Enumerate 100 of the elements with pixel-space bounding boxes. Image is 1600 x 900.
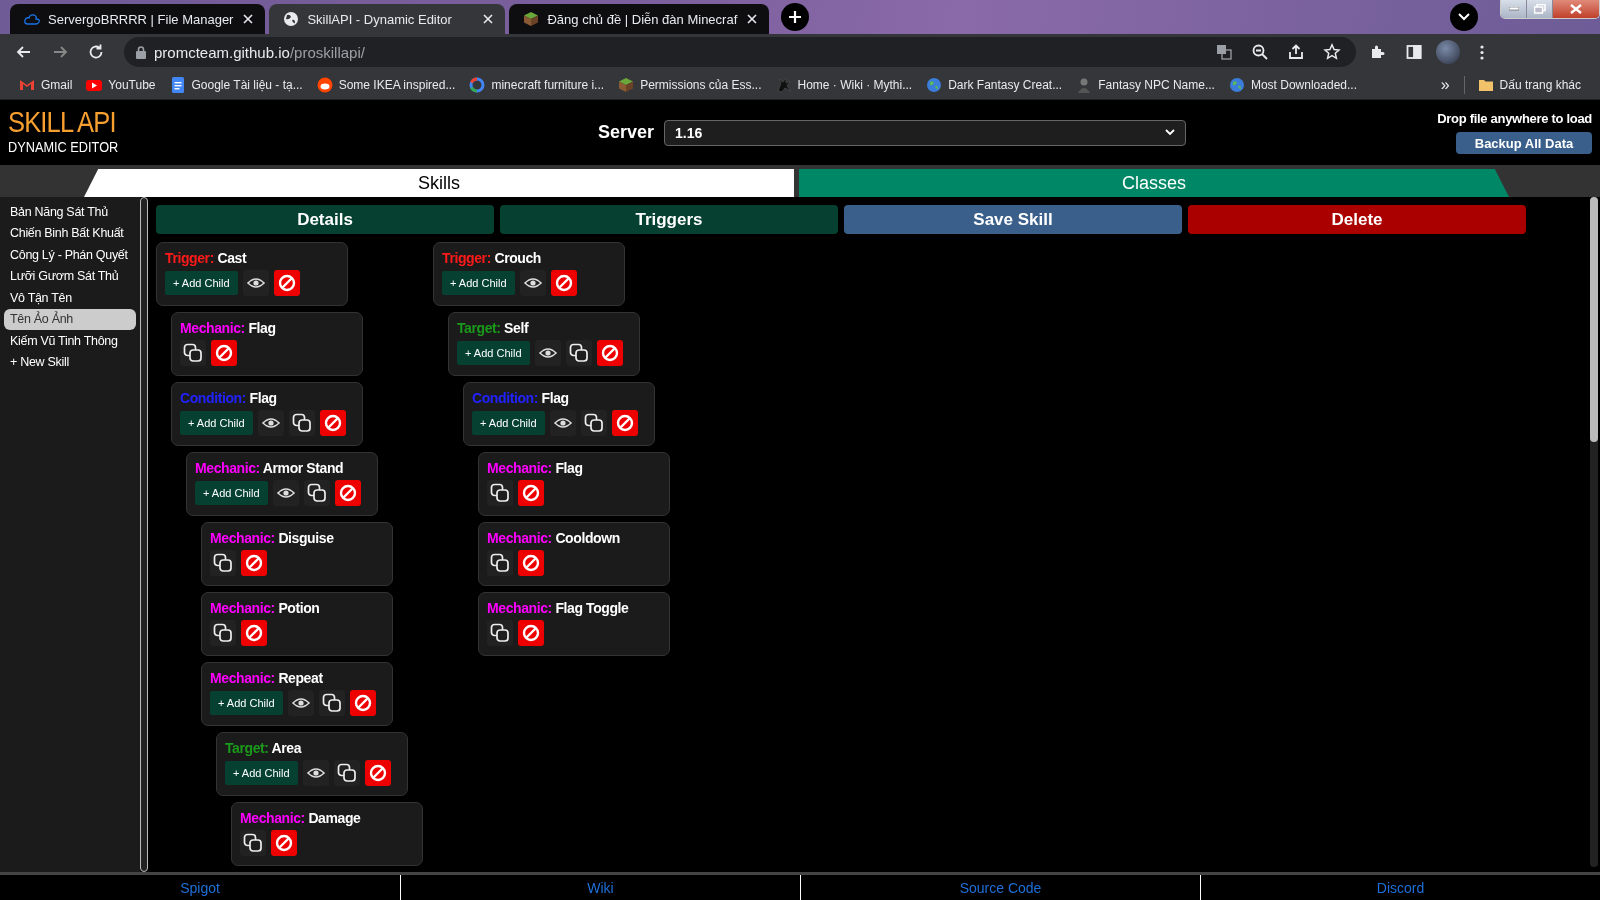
skill-item[interactable]: Kiếm Vũ Tinh Thông [4, 330, 136, 352]
add-child-button[interactable]: + Add Child [442, 271, 515, 295]
copy-button[interactable] [333, 760, 360, 786]
copy-button[interactable] [565, 340, 592, 366]
minimize-button[interactable] [1501, 0, 1527, 18]
delete-button[interactable] [611, 410, 638, 436]
footer-link[interactable]: Discord [1376, 879, 1425, 896]
ring-icon [469, 77, 485, 92]
tab-search-button[interactable] [1450, 3, 1478, 31]
delete-button[interactable] [319, 410, 346, 436]
skill-item[interactable]: Vô Tận Tên [4, 287, 136, 309]
globe-icon [1229, 77, 1244, 92]
skill-item[interactable]: Bản Năng Sát Thủ [4, 201, 136, 223]
close-button[interactable] [1553, 0, 1599, 18]
skill-item[interactable]: Tên Ảo Ảnh [4, 308, 136, 330]
skill-item[interactable]: Chiến Binh Bất Khuất [4, 222, 136, 244]
copy-icon [306, 483, 327, 503]
add-child-button[interactable]: + Add Child [195, 481, 268, 505]
add-child-button[interactable]: + Add Child [180, 411, 253, 435]
add-child-button[interactable]: + Add Child [210, 691, 283, 715]
delete-button[interactable] [364, 760, 391, 786]
bookmark[interactable]: Most Downloaded... [1221, 76, 1364, 93]
copy-button[interactable] [580, 410, 607, 436]
add-child-button[interactable]: + Add Child [165, 271, 238, 295]
action-button[interactable]: Details [156, 205, 494, 234]
delete-button[interactable] [273, 270, 300, 296]
footer-link[interactable]: Wiki [587, 879, 614, 896]
toggle-view-button[interactable] [519, 270, 546, 296]
main-tab[interactable]: Skills [84, 169, 794, 197]
toggle-view-button[interactable] [549, 410, 576, 436]
close-tab-button[interactable] [241, 14, 256, 24]
backup-button[interactable]: Backup All Data [1456, 132, 1592, 154]
add-child-button[interactable]: + Add Child [457, 341, 530, 365]
footer-link[interactable]: Spigot [180, 879, 220, 896]
skill-item[interactable]: Lưỡi Gươm Sát Thủ [4, 265, 136, 287]
new-tab-button[interactable] [781, 3, 810, 31]
node-title: Mechanic: Cooldown [487, 530, 621, 546]
scrollbar[interactable] [1590, 197, 1598, 867]
maximize-button[interactable] [1527, 0, 1553, 18]
close-tab-button[interactable] [745, 14, 760, 24]
bookmark-folder[interactable]: Dấu trang khác [1470, 76, 1588, 93]
scrollbar[interactable] [140, 197, 148, 872]
server-select[interactable]: 1.16 [664, 119, 1186, 146]
copy-button[interactable] [487, 550, 513, 576]
copy-button[interactable] [210, 620, 236, 646]
delete-icon [275, 834, 293, 852]
copy-button[interactable] [487, 620, 513, 646]
zoom-out-icon [1251, 43, 1269, 61]
browser-tab[interactable]: Đăng chủ đề | Diễn đàn Minecraf [509, 4, 770, 34]
footer-link[interactable]: Source Code [959, 879, 1042, 896]
share-icon [1287, 43, 1305, 61]
toggle-view-button[interactable] [302, 760, 329, 786]
bookmark[interactable]: Home · Wiki · Mythi... [768, 76, 920, 93]
copy-button[interactable] [487, 480, 513, 506]
toggle-view-button[interactable] [257, 410, 284, 436]
toggle-view-button[interactable] [272, 480, 299, 506]
bookmark[interactable]: YouTube [79, 76, 163, 93]
address-bar[interactable]: promcteam.github.io/proskillapi/ [124, 37, 1356, 67]
node-title: Condition: Flag [180, 390, 278, 406]
delete-button[interactable] [349, 690, 376, 716]
add-child-button[interactable]: + Add Child [472, 411, 545, 435]
action-button[interactable]: Save Skill [844, 205, 1182, 234]
delete-button[interactable] [550, 270, 577, 296]
skill-item[interactable]: Công Lý - Phán Quyết [4, 244, 136, 266]
delete-icon [245, 624, 263, 642]
bookmark[interactable]: Google Tài liệu - tạ... [162, 76, 310, 93]
browser-tab[interactable]: SkillAPI - Dynamic Editor [269, 4, 506, 34]
delete-icon [600, 344, 619, 362]
drop-hint: Drop file anywhere to load [1437, 111, 1592, 126]
main-tab[interactable]: Classes [799, 169, 1509, 197]
figure-icon [1078, 78, 1091, 93]
action-button[interactable]: Triggers [500, 205, 838, 234]
bookmark[interactable]: Permissions của Ess... [611, 76, 769, 93]
node-title: Condition: Flag [472, 390, 570, 406]
copy-button[interactable] [240, 830, 266, 856]
copy-button[interactable] [210, 550, 236, 576]
toggle-view-button[interactable] [287, 690, 314, 716]
copy-button[interactable] [303, 480, 330, 506]
copy-button[interactable] [288, 410, 315, 436]
extensions-icon [1369, 43, 1387, 61]
bookmark[interactable]: Gmail [12, 76, 80, 93]
close-icon [483, 14, 494, 24]
profile-avatar[interactable] [1436, 40, 1460, 64]
bookmark[interactable]: Fantasy NPC Name... [1069, 76, 1222, 93]
delete-button[interactable] [596, 340, 623, 366]
copy-button[interactable] [180, 340, 206, 366]
close-tab-button[interactable] [481, 14, 496, 24]
copy-button[interactable] [318, 690, 345, 716]
node-title: Trigger: Cast [165, 250, 248, 266]
add-child-button[interactable]: + Add Child [225, 761, 298, 785]
bookmark[interactable]: Some IKEA inspired... [309, 76, 463, 93]
more-bookmarks-button[interactable]: » [1432, 75, 1458, 94]
action-button[interactable]: Delete [1188, 205, 1526, 234]
bookmark[interactable]: minecraft furniture i... [462, 76, 612, 93]
toggle-view-button[interactable] [242, 270, 269, 296]
toggle-view-button[interactable] [534, 340, 561, 366]
bookmark[interactable]: Dark Fantasy Creat... [919, 76, 1070, 93]
browser-tab[interactable]: ServergoBRRRR | File Manager [10, 4, 266, 34]
new-skill-link[interactable]: + New Skill [4, 351, 136, 373]
delete-button[interactable] [334, 480, 361, 506]
